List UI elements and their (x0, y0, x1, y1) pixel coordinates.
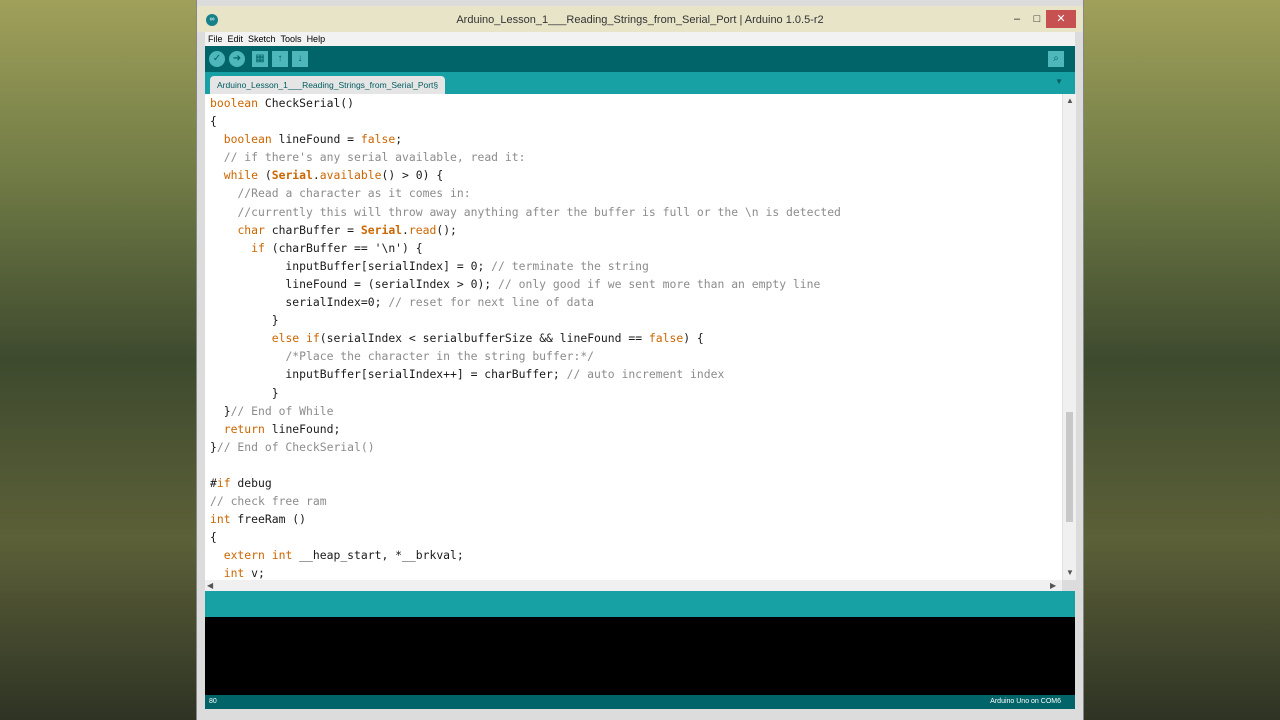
arduino-ide-window: ∞ Arduino_Lesson_1___Reading_Strings_fro… (196, 0, 1084, 720)
menu-sketch[interactable]: Sketch (245, 32, 278, 44)
close-button[interactable]: ✕ (1046, 10, 1076, 28)
board-port-label: Arduino Uno on COM6 (990, 698, 1061, 705)
code-editor[interactable]: boolean CheckSerial() { boolean lineFoun… (205, 94, 1062, 580)
title-bar[interactable]: ∞ Arduino_Lesson_1___Reading_Strings_fro… (197, 6, 1083, 32)
minimize-button[interactable]: – (1007, 10, 1027, 28)
window-title: Arduino_Lesson_1___Reading_Strings_from_… (456, 14, 824, 26)
new-sketch-button[interactable]: ▦ (252, 51, 268, 67)
scroll-right-icon[interactable]: ▶ (1050, 581, 1056, 591)
open-sketch-button[interactable]: ↑ (272, 51, 288, 67)
tab-bar: Arduino_Lesson_1___Reading_Strings_from_… (205, 72, 1075, 94)
code-text[interactable]: boolean CheckSerial() { boolean lineFoun… (210, 94, 841, 580)
serial-monitor-button[interactable]: ⌕ (1048, 51, 1064, 67)
scrollbar-thumb[interactable] (1066, 412, 1073, 522)
vertical-scrollbar[interactable]: ▲ ▼ (1062, 94, 1076, 580)
tab-menu-icon[interactable]: ▼ (1055, 77, 1063, 86)
scroll-left-icon[interactable]: ◀ (207, 581, 213, 591)
verify-button[interactable]: ✓ (209, 51, 225, 67)
desktop-background-left (0, 0, 196, 720)
menu-help[interactable]: Help (304, 32, 328, 44)
save-sketch-button[interactable]: ↓ (292, 51, 308, 67)
scroll-down-icon[interactable]: ▼ (1066, 568, 1074, 578)
menu-tools[interactable]: Tools (278, 32, 304, 44)
menu-edit[interactable]: Edit (225, 32, 246, 44)
menu-file[interactable]: File (205, 32, 225, 44)
maximize-button[interactable]: □ (1027, 10, 1047, 28)
console-output (205, 617, 1075, 695)
line-number: 80 (209, 698, 217, 705)
desktop-background-right (1084, 0, 1280, 720)
message-area (205, 591, 1075, 617)
menu-bar: File Edit Sketch Tools Help (205, 32, 1075, 46)
scroll-up-icon[interactable]: ▲ (1066, 96, 1074, 106)
horizontal-scrollbar[interactable]: ◀ ▶ (205, 580, 1062, 591)
upload-button[interactable]: ➜ (229, 51, 245, 67)
status-bar: 80 Arduino Uno on COM6 (205, 695, 1075, 709)
toolbar: ✓ ➜ ▦ ↑ ↓ ⌕ (205, 46, 1075, 72)
tab-sketch[interactable]: Arduino_Lesson_1___Reading_Strings_from_… (210, 76, 446, 94)
